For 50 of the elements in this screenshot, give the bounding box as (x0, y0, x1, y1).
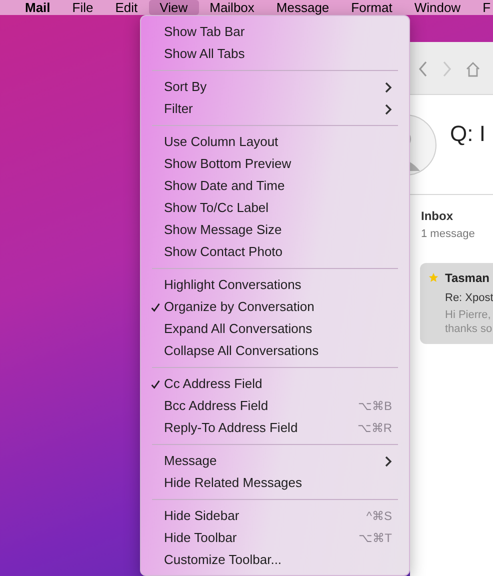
message-card[interactable]: Tasman Re: Xpost Hi Pierre, thanks so (420, 262, 493, 344)
chevron-right-icon (385, 82, 392, 92)
keyboard-shortcut: ⌥⌘T (358, 530, 392, 547)
menu-item[interactable]: Show Tab Bar (146, 21, 404, 43)
menu-item[interactable]: Show Message Size (146, 219, 404, 241)
menu-item[interactable]: Use Column Layout (146, 131, 404, 153)
message-subject: Re: Xpost (444, 290, 493, 306)
sender-name: Tasman (445, 270, 490, 286)
menu-item[interactable]: Customize Toolbar... (146, 549, 404, 571)
menu-item[interactable]: Organize by Conversation (146, 296, 404, 318)
chevron-right-icon (385, 104, 392, 114)
back-icon[interactable] (418, 61, 428, 77)
home-icon[interactable] (466, 61, 480, 77)
menu-bar-item[interactable]: Window (403, 0, 472, 15)
menu-item[interactable]: Hide Sidebar ^⌘S (146, 505, 404, 527)
menu-item[interactable]: Hide Related Messages (146, 472, 404, 494)
menu-item[interactable]: Reply-To Address Field ⌥⌘R (146, 417, 404, 439)
menu-item[interactable]: Show All Tabs (146, 43, 404, 65)
menu-item[interactable]: Hide Toolbar ⌥⌘T (146, 527, 404, 549)
checkmark-icon (151, 380, 160, 388)
mailbox-title: Inbox (421, 208, 454, 225)
menu-item[interactable]: Expand All Conversations (146, 318, 404, 340)
keyboard-shortcut: ⌥⌘R (357, 420, 392, 437)
keyboard-shortcut: ⌥⌘B (358, 398, 392, 415)
menu-item[interactable]: Show Bottom Preview (146, 153, 404, 175)
menu-item[interactable]: Bcc Address Field ⌥⌘B (146, 395, 404, 417)
menu-bar-item[interactable]: View (148, 0, 199, 15)
menu-item[interactable]: Message (146, 450, 404, 472)
menu-bar-item[interactable]: Edit (104, 0, 149, 15)
menu-bar-item[interactable]: Mailbox (198, 0, 266, 15)
menu-bar-item[interactable]: F (472, 0, 493, 15)
menu-item[interactable]: Highlight Conversations (146, 274, 404, 296)
menu-item[interactable]: Show Date and Time (146, 175, 404, 197)
menu-bar-item[interactable]: File (61, 0, 104, 15)
keyboard-shortcut: ^⌘S (366, 508, 392, 525)
chevron-right-icon (385, 456, 392, 466)
menu-bar-item[interactable]: Mail (14, 0, 62, 15)
forward-icon[interactable] (442, 61, 452, 77)
menu-item[interactable]: Cc Address Field (146, 373, 404, 395)
menu-bar-item[interactable]: Format (340, 0, 404, 15)
checkmark-icon (151, 302, 160, 312)
menu-bar-item[interactable]: Message (265, 0, 340, 15)
menu-item[interactable]: Show To/Cc Label (146, 197, 404, 219)
message-count: 1 message (421, 227, 476, 242)
message-preview: Hi Pierre, thanks so (444, 308, 493, 336)
menu-item[interactable]: Filter (146, 98, 404, 120)
menu-item[interactable]: Collapse All Conversations (146, 340, 404, 362)
menu-item[interactable]: Show Contact Photo (146, 241, 404, 263)
message-title: Q: I (450, 120, 486, 148)
menu-item[interactable]: Sort By (146, 76, 404, 98)
